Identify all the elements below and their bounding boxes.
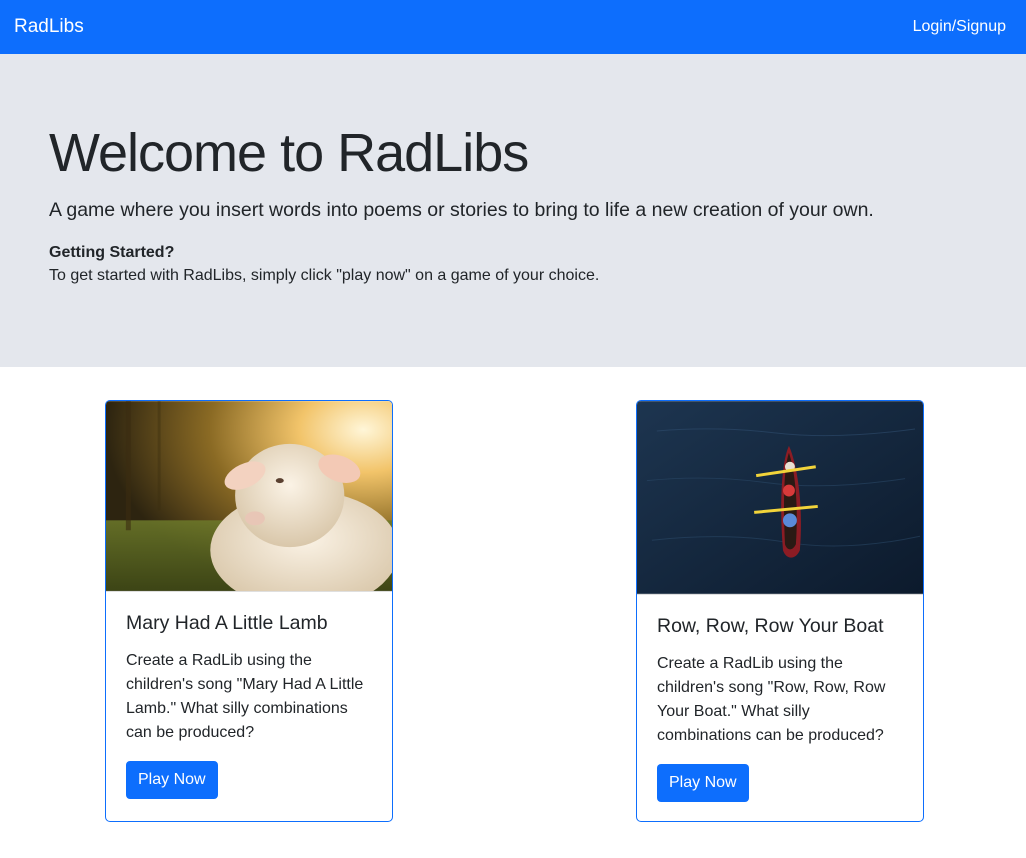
page-title: Welcome to RadLibs (49, 123, 529, 183)
game-card-row-your-boat: Row, Row, Row Your Boat Create a RadLib … (636, 400, 924, 822)
card-title: Row, Row, Row Your Boat (657, 615, 884, 637)
card-description: Create a RadLib using the children's son… (126, 652, 364, 742)
game-cards: Mary Had A Little Lamb Create a RadLib u… (0, 367, 1026, 858)
play-now-button[interactable]: Play Now (657, 764, 749, 803)
lamb-image (106, 401, 392, 592)
brand-link[interactable]: RadLibs (14, 16, 84, 38)
getting-started-text: To get started with RadLibs, simply clic… (49, 267, 600, 285)
card-title: Mary Had A Little Lamb (126, 612, 328, 634)
card-body: Mary Had A Little Lamb Create a RadLib u… (106, 592, 392, 800)
play-now-button[interactable]: Play Now (126, 761, 218, 800)
card-description: Create a RadLib using the children's son… (657, 655, 886, 745)
card-body: Row, Row, Row Your Boat Create a RadLib … (637, 595, 923, 803)
getting-started-heading: Getting Started? (49, 244, 175, 262)
login-signup-link[interactable]: Login/Signup (913, 18, 1006, 36)
navbar: RadLibs Login/Signup (0, 0, 1026, 54)
hero-section: Welcome to RadLibs A game where you inse… (0, 54, 1026, 367)
hero-lead: A game where you insert words into poems… (49, 199, 874, 222)
game-card-mary-had-a-little-lamb: Mary Had A Little Lamb Create a RadLib u… (105, 400, 393, 822)
canoe-image (637, 401, 923, 595)
